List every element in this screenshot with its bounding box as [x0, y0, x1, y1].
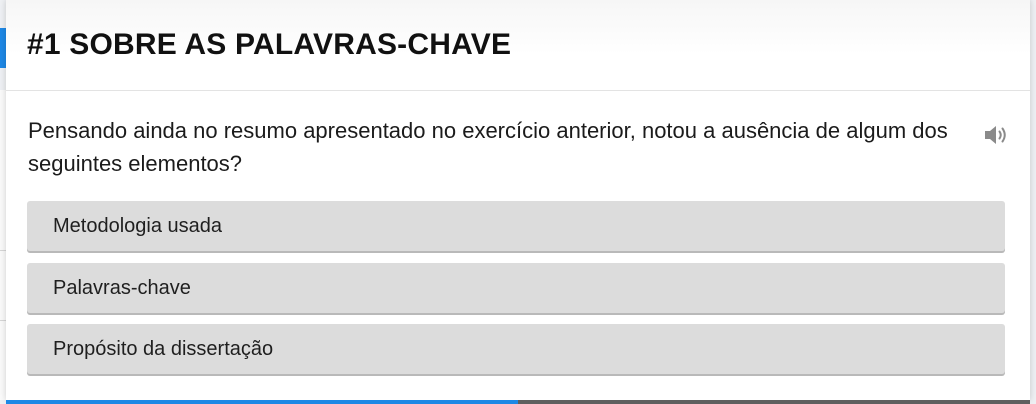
panel-header: #1 SOBRE AS PALAVRAS-CHAVE [6, 0, 1030, 91]
progress-bar-complete [6, 400, 518, 404]
question-text: Pensando ainda no resumo apresentado no … [28, 118, 948, 176]
answer-option-1[interactable]: Metodologia usada [27, 201, 1005, 251]
speaker-icon[interactable] [982, 121, 1012, 149]
exercise-title: #1 SOBRE AS PALAVRAS-CHAVE [27, 28, 512, 61]
progress-bar-remaining [518, 400, 1030, 404]
answer-option-2[interactable]: Palavras-chave [27, 263, 1005, 313]
answer-option-3[interactable]: Propósito da dissertação [27, 324, 1005, 374]
exercise-panel: #1 SOBRE AS PALAVRAS-CHAVE Pensando aind… [6, 0, 1030, 400]
